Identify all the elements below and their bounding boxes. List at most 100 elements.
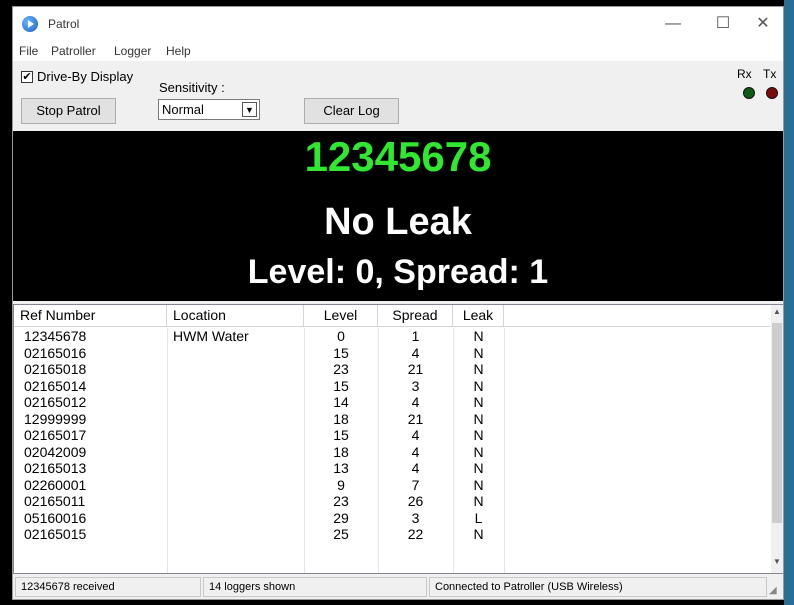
- drive-by-label[interactable]: Drive-By Display: [37, 69, 133, 84]
- display-level-spread: Level: 0, Spread: 1: [247, 253, 549, 291]
- cell-leak: N: [473, 377, 484, 394]
- display-leak-status: No Leak: [324, 201, 472, 243]
- menu-logger[interactable]: Logger: [114, 44, 151, 58]
- screen-edge-left: [0, 0, 12, 605]
- sensitivity-label: Sensitivity :: [159, 80, 225, 95]
- cell-level: 13: [333, 460, 349, 476]
- cell-leak: N: [473, 476, 484, 493]
- column-header-ref-number[interactable]: Ref Number: [14, 305, 167, 327]
- minimize-button[interactable]: —: [653, 11, 693, 37]
- tx-indicator-icon: [766, 87, 778, 99]
- menu-patroller[interactable]: Patroller: [51, 44, 96, 58]
- table-row[interactable]: 02165017 15 4 N: [14, 427, 772, 444]
- scroll-up-icon[interactable]: ▲: [771, 307, 783, 321]
- cell-location: [173, 411, 304, 427]
- cell-ref-number: 02165012: [24, 394, 87, 410]
- cell-spread: 4: [411, 394, 420, 410]
- status-connection: Connected to Patroller (USB Wireless): [429, 577, 767, 597]
- logger-list[interactable]: Ref Number Location Level Spread Leak 12…: [13, 304, 783, 574]
- cell-leak: N: [473, 493, 484, 509]
- maximize-button[interactable]: ☐: [703, 11, 743, 37]
- table-row[interactable]: 12345678 HWM Water 0 1 N: [14, 328, 772, 345]
- cell-ref-number: 02165011: [24, 493, 86, 509]
- table-row[interactable]: 02165013 13 4 N: [14, 460, 772, 477]
- cell-level: 29: [333, 509, 349, 526]
- scroll-down-icon[interactable]: ▼: [771, 557, 783, 571]
- cell-leak: N: [473, 394, 484, 410]
- cell-level: 18: [333, 443, 349, 460]
- cell-leak: N: [473, 410, 484, 427]
- cell-spread: 21: [407, 361, 424, 377]
- cell-ref-number: 05160016: [24, 509, 87, 526]
- cell-location: [173, 510, 304, 526]
- vertical-scrollbar[interactable]: ▲ ▼: [771, 305, 783, 573]
- cell-ref-number: 12999999: [24, 410, 87, 427]
- resize-grip-icon[interactable]: ◢: [769, 585, 781, 597]
- table-row[interactable]: 02165012 14 4 N: [14, 394, 772, 411]
- cell-spread: 7: [411, 476, 420, 493]
- cell-leak: N: [473, 427, 484, 443]
- cell-spread: 3: [411, 377, 420, 394]
- cell-spread: 1: [411, 328, 420, 344]
- table-body: 12345678 HWM Water 0 1 N 02165016 15 4 N 02165018…: [14, 328, 772, 543]
- menu-help[interactable]: Help: [166, 44, 191, 58]
- cell-ref-number: 02260001: [24, 476, 87, 493]
- close-button[interactable]: ✕: [743, 11, 783, 37]
- window-title: Patrol: [48, 17, 80, 31]
- cell-ref-number: 02165016: [24, 344, 87, 361]
- status-loggers-shown: 14 loggers shown: [203, 577, 427, 597]
- cell-location: [173, 427, 304, 443]
- table-row[interactable]: 02165018 23 21 N: [14, 361, 772, 378]
- column-header-level[interactable]: Level: [304, 305, 378, 327]
- cell-leak: N: [473, 460, 484, 476]
- cell-spread: 21: [407, 410, 424, 427]
- cell-level: 15: [333, 344, 349, 361]
- table-row[interactable]: 02165015 25 22 N: [14, 526, 772, 543]
- column-header-spread[interactable]: Spread: [378, 305, 453, 327]
- cell-location: [173, 477, 304, 493]
- cell-level: 18: [333, 410, 349, 427]
- table-row[interactable]: 02165014 15 3 N: [14, 378, 772, 395]
- cell-ref-number: 02042009: [24, 443, 87, 460]
- table-header: Ref Number Location Level Spread Leak: [14, 305, 772, 327]
- cell-level: 15: [333, 377, 349, 394]
- column-header-leak[interactable]: Leak: [453, 305, 504, 327]
- rx-label: Rx: [737, 67, 752, 81]
- chevron-down-icon[interactable]: ▼: [242, 102, 257, 117]
- table-row[interactable]: 02165011 23 26 N: [14, 493, 772, 510]
- column-header-location[interactable]: Location: [167, 305, 304, 327]
- cell-location: [173, 345, 304, 361]
- table-row[interactable]: 12999999 18 21 N: [14, 411, 772, 428]
- table-row[interactable]: 02042009 18 4 N: [14, 444, 772, 461]
- cell-spread: 4: [411, 460, 420, 476]
- toolbar: ✔ Drive-By Display Sensitivity : Stop Pa…: [13, 61, 783, 131]
- cell-leak: N: [473, 361, 484, 377]
- cell-leak: N: [473, 344, 484, 361]
- cell-location: HWM Water: [173, 328, 249, 344]
- menu-file[interactable]: File: [19, 44, 38, 58]
- drive-by-checkbox[interactable]: ✔: [21, 71, 33, 83]
- table-row[interactable]: 02260001 9 7 N: [14, 477, 772, 494]
- cell-ref-number: 02165015: [24, 526, 87, 542]
- patrol-app-icon: [22, 16, 38, 32]
- display-ref-number: 12345678: [304, 133, 492, 180]
- status-bar: 12345678 received 14 loggers shown Conne…: [13, 575, 783, 599]
- rx-indicator-icon: [743, 87, 755, 99]
- sensitivity-select[interactable]: Normal ▼: [158, 99, 260, 120]
- clear-log-button[interactable]: Clear Log: [304, 98, 399, 124]
- scrollbar-thumb[interactable]: [772, 323, 782, 523]
- stop-patrol-button[interactable]: Stop Patrol: [21, 98, 116, 124]
- desktop-background: [784, 0, 794, 605]
- tx-label: Tx: [763, 67, 777, 81]
- cell-level: 14: [333, 394, 349, 410]
- table-row[interactable]: 02165016 15 4 N: [14, 345, 772, 362]
- cell-ref-number: 02165013: [24, 460, 87, 476]
- cell-location: [173, 493, 304, 509]
- title-bar[interactable]: Patrol — ☐ ✕: [13, 7, 783, 41]
- table-row[interactable]: 05160016 29 3 L: [14, 510, 772, 527]
- cell-level: 23: [333, 493, 349, 509]
- cell-location: [173, 361, 304, 377]
- cell-level: 9: [337, 476, 345, 493]
- cell-leak: N: [473, 526, 484, 542]
- cell-leak: L: [474, 509, 483, 526]
